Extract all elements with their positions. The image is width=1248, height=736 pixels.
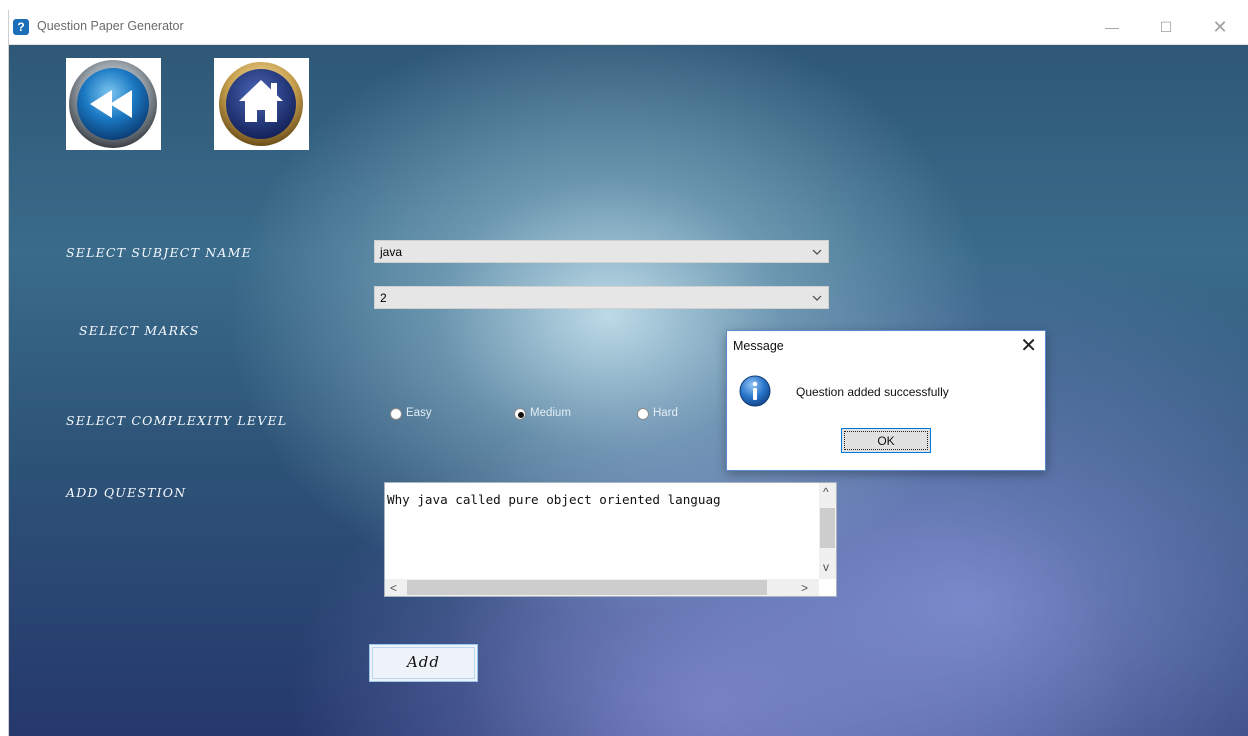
question-text: Why java called pure object oriented lan… (387, 492, 721, 507)
marks-select-value: 2 (380, 291, 387, 305)
close-button[interactable]: ✕ (1203, 16, 1237, 38)
question-label: ADD QUESTION (66, 485, 187, 500)
ok-button[interactable]: OK (841, 428, 931, 453)
question-textarea[interactable]: Why java called pure object oriented lan… (384, 482, 837, 597)
vertical-scroll-thumb[interactable] (820, 508, 835, 548)
radio-circle (514, 408, 526, 420)
minimize-button[interactable]: — (1095, 16, 1129, 38)
add-button[interactable]: Add (369, 644, 478, 682)
rewind-back-icon (69, 60, 157, 148)
dialog-title-bar: Message ✕ (727, 331, 1045, 361)
marks-select[interactable]: 2 (374, 286, 829, 309)
vertical-scrollbar[interactable]: ^ v (819, 483, 836, 579)
dialog-title: Message (733, 339, 784, 353)
maximize-button[interactable]: ☐ (1149, 16, 1183, 38)
subject-select-value: java (380, 245, 403, 259)
chevron-down-icon (812, 249, 822, 255)
horizontal-scrollbar[interactable]: < > (385, 579, 819, 596)
chevron-down-icon (812, 295, 822, 301)
scroll-left-icon[interactable]: < (390, 582, 397, 594)
scroll-up-icon[interactable]: ^ (823, 486, 829, 498)
ok-button-label: OK (877, 434, 895, 448)
subject-select[interactable]: java (374, 240, 829, 263)
radio-medium-label: Medium (530, 407, 571, 419)
main-panel: SELECT SUBJECT NAME SELECT MARKS SELECT … (9, 45, 1248, 736)
title-bar: ? Question Paper Generator — ☐ ✕ (9, 10, 1248, 45)
scroll-right-icon[interactable]: > (801, 582, 808, 594)
subject-label: SELECT SUBJECT NAME (66, 245, 252, 260)
add-button-label: Add (406, 653, 441, 671)
scroll-down-icon[interactable]: v (823, 561, 829, 573)
back-button[interactable] (66, 58, 161, 150)
home-button[interactable] (214, 58, 309, 150)
window-title: Question Paper Generator (37, 19, 184, 33)
radio-selected-dot (518, 412, 524, 418)
home-icon (219, 62, 303, 146)
dialog-body: Question added successfully OK (727, 361, 1045, 470)
radio-easy-label: Easy (406, 407, 432, 419)
horizontal-scroll-thumb[interactable] (407, 580, 767, 595)
dialog-close-button[interactable]: ✕ (1020, 334, 1037, 358)
radio-hard-label: Hard (653, 407, 678, 419)
dialog-message: Question added successfully (796, 385, 949, 399)
app-window: ? Question Paper Generator — ☐ ✕ SELECT … (8, 10, 1248, 736)
app-icon: ? (13, 19, 29, 35)
radio-circle (637, 408, 649, 420)
complexity-label: SELECT COMPLEXITY LEVEL (66, 413, 288, 428)
info-icon (739, 375, 771, 407)
marks-label: SELECT MARKS (79, 323, 200, 338)
message-dialog: Message ✕ Question added successfully OK (726, 330, 1046, 471)
radio-circle (390, 408, 402, 420)
